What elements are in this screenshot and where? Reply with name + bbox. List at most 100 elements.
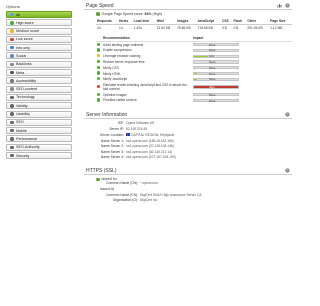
option-technology[interactable]: Technology [6, 93, 72, 101]
isp-label: ISP: [117, 121, 124, 126]
impact-bar: None [193, 43, 239, 47]
option-all[interactable]: All [6, 11, 72, 18]
option-icon [10, 95, 14, 100]
option-label: Social [16, 53, 27, 58]
rec-header-recommendation: Recommendation [102, 34, 192, 42]
page-speed-title: Page Speed [86, 3, 114, 9]
status-icon [97, 59, 101, 64]
page-speed-header: Page Speed ? [84, 2, 292, 10]
impact-bar: None [193, 66, 239, 70]
option-label: Technology [16, 95, 35, 100]
impact-bar: None [193, 93, 239, 97]
option-medium-score[interactable]: Medium score [6, 27, 72, 35]
option-icon [10, 145, 14, 149]
impact-label: None [208, 78, 216, 82]
impact-bar: Low [193, 54, 239, 59]
option-social[interactable]: Social [6, 52, 72, 60]
status-icon [97, 48, 101, 52]
score-level: (High) [152, 12, 163, 16]
metric-value: 0 B [221, 26, 227, 31]
option-icon [10, 54, 14, 58]
option-icon [10, 112, 14, 116]
option-icon [10, 104, 14, 108]
option-label: Backlinks [16, 62, 32, 67]
option-seo[interactable]: SEO [6, 118, 72, 126]
impact-bar-fill [194, 72, 197, 75]
option-info-only[interactable]: Info only [6, 44, 72, 52]
option-icon [10, 87, 14, 91]
option-seo-authority[interactable]: SEO-Authority [6, 143, 72, 151]
options-sidebar: Options All High score Medium score Low sco… [6, 4, 72, 160]
impact-label: Low [208, 55, 214, 59]
page-metrics-table: Requests Hosts Load time Html Images JavaScri… [96, 18, 292, 31]
option-label: Low score [16, 37, 33, 42]
server-ip-value: 82.145.215.49 [126, 126, 148, 131]
name-server-value: ns2.opera.com (37.228.108.146) [126, 144, 174, 149]
impact-label: None [208, 66, 216, 70]
status-icon [97, 65, 101, 69]
rec-header-impact: Impact [192, 34, 292, 42]
help-icon[interactable]: ? [285, 112, 290, 118]
option-icon [10, 120, 14, 125]
option-backlinks[interactable]: Backlinks [6, 60, 72, 68]
https-title: HTTPS (SSL) [86, 168, 117, 175]
help-icon[interactable]: ? [285, 3, 290, 8]
impact-bar: None [193, 77, 239, 82]
check-icon [96, 12, 100, 16]
option-icon [10, 70, 14, 75]
recommendation-row: Eliminate render-blocking JavaScript and… [96, 82, 292, 92]
score-label: Google Page Speed score: [101, 12, 144, 16]
impact-label: None [208, 61, 216, 64]
option-mobile[interactable]: Mobile [6, 127, 72, 135]
status-icon [97, 98, 101, 102]
option-icon [10, 21, 14, 25]
option-meta[interactable]: Meta [6, 69, 72, 77]
impact-bar: None [193, 98, 239, 103]
name-server-label: Name Server 1: [100, 138, 124, 143]
impact-bar: None [193, 60, 239, 64]
option-label: Medium score [16, 29, 40, 34]
issuer-cn-label: Common Name (CN): [106, 192, 138, 197]
option-label: Performance [16, 136, 38, 141]
status-icon [97, 92, 101, 96]
status-icon [97, 77, 101, 81]
check-icon [96, 177, 100, 182]
page-speed-score: Google Page Speed score: 84% (High) [96, 12, 292, 16]
option-seo-content[interactable]: SEO-content [6, 85, 72, 93]
option-performance[interactable]: Performance [6, 135, 72, 143]
help-icon[interactable]: ? [285, 168, 290, 173]
option-label: Mobile [16, 128, 27, 133]
metric-value: 1.12 MB [270, 26, 283, 31]
option-high-score[interactable]: High score [6, 19, 72, 27]
options-title: Options [6, 4, 20, 9]
name-servers: Name Server 1: ns1.opera.com (185.26.183.… [100, 139, 292, 160]
option-icon [10, 45, 14, 50]
chart-icon[interactable] [277, 3, 282, 8]
option-accessibility[interactable]: Accessibility [6, 77, 72, 85]
option-label: Usability [16, 112, 30, 117]
option-icon [10, 153, 14, 158]
impact-label: None [208, 99, 216, 103]
option-security[interactable]: Security [6, 152, 72, 160]
option-low-score[interactable]: Low score [6, 35, 72, 43]
flag-icon [126, 133, 130, 137]
option-usability[interactable]: Usability [6, 110, 72, 118]
metric-value: 1.42s [133, 26, 142, 31]
server-info-header: Server Information ? [84, 111, 292, 120]
option-icon [10, 62, 14, 67]
option-label: Security [16, 153, 30, 158]
recommendation-row: Prioritize visible content None [96, 98, 292, 104]
server-ip-label: Server IP: [109, 126, 124, 131]
option-label: Accessibility [16, 78, 37, 83]
status-icon [97, 42, 101, 46]
impact-bar-fill [194, 55, 209, 57]
impact-bar-fill [194, 86, 238, 88]
option-label: Info only [16, 45, 30, 50]
option-label: High score [16, 20, 34, 25]
option-icon [10, 29, 14, 33]
option-validity[interactable]: Validity [6, 102, 72, 110]
score-value: 84% [144, 12, 152, 16]
impact-label: High [208, 86, 215, 90]
issuer-cn-value: DigiCert SHA2 High Assurance Server CA [140, 192, 202, 197]
organization-value: DigiCert Inc [140, 198, 158, 203]
